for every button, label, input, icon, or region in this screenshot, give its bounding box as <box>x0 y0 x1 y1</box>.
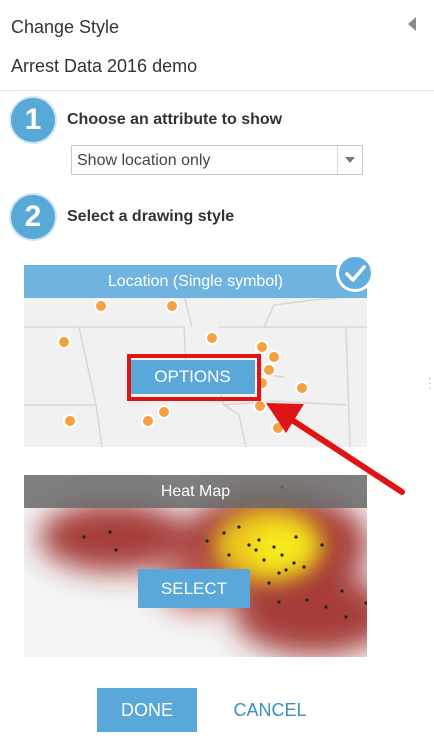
step-1-label: Choose an attribute to show <box>67 111 283 128</box>
step-2-badge: 2 <box>11 195 55 239</box>
done-button[interactable]: DONE <box>97 688 197 732</box>
location-card-header: Location (Single symbol) <box>24 265 367 298</box>
chevron-down-icon <box>345 157 355 163</box>
layer-name: Arrest Data 2016 demo <box>11 56 198 76</box>
attribute-select[interactable]: Show location only <box>71 145 363 175</box>
attribute-select-value: Show location only <box>77 152 211 169</box>
collapse-arrow-icon[interactable] <box>408 17 416 31</box>
step-1-badge: 1 <box>11 98 55 142</box>
select-button[interactable]: SELECT <box>138 569 250 608</box>
options-highlight-outline <box>127 354 261 401</box>
panel-title: Change Style <box>11 17 120 37</box>
step-2-label: Select a drawing style <box>67 208 235 225</box>
header-divider <box>0 90 434 91</box>
selected-check-icon <box>336 254 374 292</box>
heatmap-card-header: Heat Map <box>24 475 367 508</box>
cancel-button[interactable]: CANCEL <box>222 688 318 732</box>
dropdown-toggle[interactable] <box>337 146 362 174</box>
resize-grip-icon[interactable]: · · · <box>428 374 431 394</box>
heatmap-style-card[interactable]: Heat Map SELECT <box>24 475 367 657</box>
